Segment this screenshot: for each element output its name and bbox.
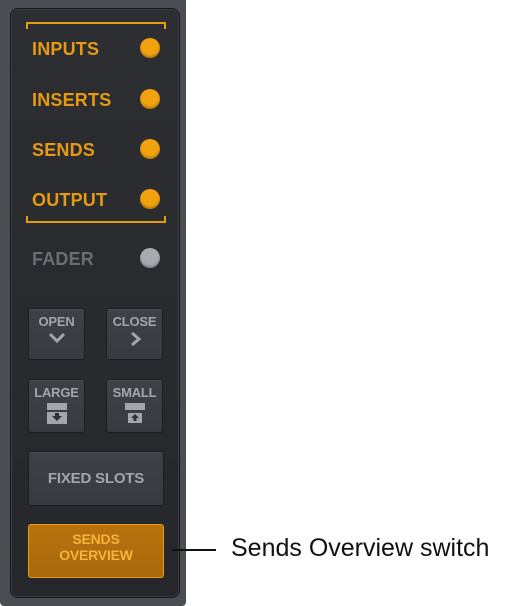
small-button-label: SMALL <box>112 385 157 400</box>
close-button-label: CLOSE <box>112 314 157 329</box>
callout-leader-line <box>172 549 216 551</box>
fixed-slots-label: FIXED SLOTS <box>47 470 145 487</box>
view-toggle-inserts[interactable]: INSERTS <box>32 87 160 113</box>
indicator-dot-icon <box>140 139 160 159</box>
small-slot-icon <box>107 402 162 426</box>
group-bracket-top <box>26 22 166 29</box>
view-toggle-label: INSERTS <box>32 90 112 110</box>
view-toggle-label: SENDS <box>32 140 96 160</box>
view-toggle-label: FADER <box>32 249 95 269</box>
indicator-dot-icon <box>140 248 160 268</box>
view-toggle-output[interactable]: OUTPUT <box>32 187 160 213</box>
sends-overview-button[interactable]: SENDS OVERVIEW <box>28 524 164 578</box>
sends-overview-label: SENDS OVERVIEW <box>29 525 163 563</box>
indicator-dot-icon <box>140 189 160 209</box>
large-button-label: LARGE <box>34 385 79 400</box>
callout-label: Sends Overview switch <box>231 534 490 562</box>
sends-overview-line1: SENDS <box>72 531 120 547</box>
chevron-right-icon <box>107 331 162 347</box>
fixed-slots-button[interactable]: FIXED SLOTS <box>28 451 164 506</box>
view-toggle-label: INPUTS <box>32 39 100 59</box>
view-toggle-fader[interactable]: FADER <box>32 246 160 272</box>
view-toggle-sends[interactable]: SENDS <box>32 137 160 163</box>
indicator-dot-icon <box>140 89 160 109</box>
open-button-label: OPEN <box>38 314 75 329</box>
sends-overview-line2: OVERVIEW <box>59 547 133 563</box>
small-button[interactable]: SMALL <box>106 379 163 433</box>
large-button[interactable]: LARGE <box>28 379 85 433</box>
open-button[interactable]: OPEN <box>28 308 85 360</box>
large-slot-icon <box>29 402 84 426</box>
close-button[interactable]: CLOSE <box>106 308 163 360</box>
view-toggle-inputs[interactable]: INPUTS <box>32 36 160 62</box>
chevron-down-icon <box>29 331 84 345</box>
view-toggle-label: OUTPUT <box>32 190 108 210</box>
indicator-dot-icon <box>140 38 160 58</box>
group-bracket-bottom <box>26 216 166 223</box>
